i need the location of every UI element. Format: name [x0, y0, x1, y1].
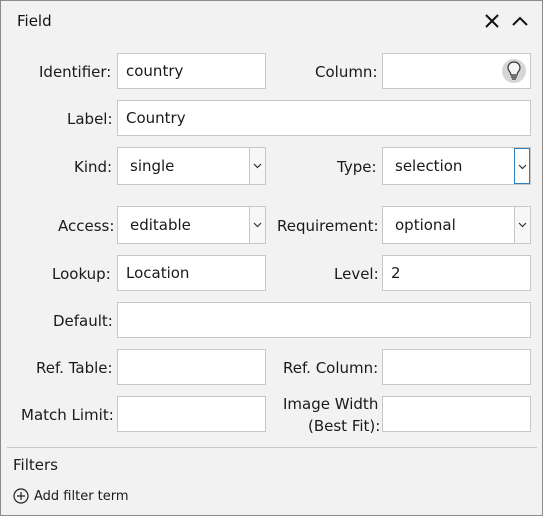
chevron-down-icon[interactable] — [514, 148, 530, 184]
lightbulb-icon[interactable] — [502, 59, 526, 83]
chevron-down-icon[interactable] — [249, 148, 265, 184]
plus-circle-icon — [13, 488, 29, 504]
add-filter-label: Add filter term — [34, 489, 129, 504]
ref-table-input[interactable] — [117, 349, 266, 385]
type-select[interactable]: selection — [382, 147, 531, 185]
level-input[interactable] — [382, 255, 531, 291]
access-label: Access: — [58, 217, 115, 235]
lookup-input[interactable] — [117, 255, 266, 291]
default-label: Default: — [53, 312, 113, 330]
divider — [7, 447, 537, 448]
access-select[interactable]: editable — [117, 206, 266, 244]
image-width-label-line1: Image Width — [283, 395, 379, 413]
column-label: Column: — [315, 63, 378, 81]
kind-select[interactable]: single — [117, 147, 266, 185]
ref-column-input[interactable] — [382, 349, 531, 385]
requirement-select[interactable]: optional — [382, 206, 531, 244]
match-limit-label: Match Limit: — [21, 406, 114, 424]
default-input[interactable] — [117, 302, 531, 338]
kind-value: single — [130, 157, 175, 175]
access-value: editable — [130, 216, 191, 234]
panel-title: Field — [17, 12, 52, 30]
type-label: Type: — [337, 158, 377, 176]
requirement-label: Requirement: — [277, 217, 379, 235]
level-label: Level: — [334, 265, 379, 283]
chevron-down-icon[interactable] — [249, 207, 265, 243]
chevron-up-icon[interactable] — [509, 10, 531, 32]
type-value: selection — [395, 157, 463, 175]
image-width-input[interactable] — [382, 396, 531, 432]
image-width-label-line2: (Best Fit): — [308, 417, 381, 435]
field-panel: Field Identifier: Column: Label: Kind: s… — [0, 0, 543, 516]
ref-table-label: Ref. Table: — [36, 359, 113, 377]
panel-header: Field — [1, 1, 542, 41]
filters-title: Filters — [13, 456, 58, 474]
identifier-input[interactable] — [117, 53, 266, 89]
kind-label: Kind: — [74, 158, 113, 176]
match-limit-input[interactable] — [117, 396, 266, 432]
close-icon[interactable] — [481, 10, 503, 32]
label-field-label: Label: — [67, 110, 113, 128]
chevron-down-icon[interactable] — [514, 207, 530, 243]
requirement-value: optional — [395, 216, 456, 234]
identifier-label: Identifier: — [39, 63, 112, 81]
lookup-label: Lookup: — [52, 265, 111, 283]
label-input[interactable] — [117, 100, 531, 136]
ref-column-label: Ref. Column: — [283, 359, 379, 377]
